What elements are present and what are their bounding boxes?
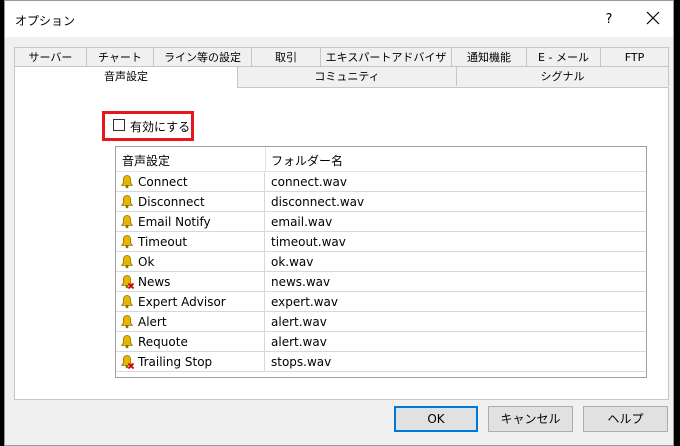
ok-button[interactable]: OK bbox=[394, 406, 478, 432]
bell-icon bbox=[119, 294, 135, 310]
event-cell: Requote bbox=[116, 332, 265, 351]
bell-icon bbox=[119, 314, 135, 330]
sound-row[interactable]: Email Notify email.wav bbox=[116, 212, 646, 232]
tab-server[interactable]: サーバー bbox=[14, 47, 87, 67]
bell-icon bbox=[119, 174, 135, 190]
bell-icon bbox=[119, 334, 135, 350]
cancel-button[interactable]: キャンセル bbox=[488, 406, 573, 432]
column-header-file[interactable]: フォルダー名 bbox=[271, 152, 343, 169]
event-name: Requote bbox=[138, 335, 188, 349]
tab-sounds[interactable]: 音声設定 bbox=[14, 66, 238, 88]
close-icon bbox=[646, 11, 660, 25]
sound-list: 音声設定 フォルダー名 Connect connect.wav Disconnect… bbox=[115, 146, 647, 378]
enable-label[interactable]: 有効にする bbox=[130, 118, 190, 135]
tab-chart[interactable]: チャート bbox=[86, 47, 154, 67]
enable-checkbox[interactable] bbox=[113, 119, 125, 131]
event-cell: Expert Advisor bbox=[116, 292, 265, 311]
sound-row[interactable]: Trailing Stop stops.wav bbox=[116, 352, 646, 372]
tab-trade[interactable]: 取引 bbox=[251, 47, 321, 67]
options-dialog: オプション ? サーバー チャート ライン等の設定 取引 エキスパートアドバイザ… bbox=[4, 0, 674, 446]
file-name: stops.wav bbox=[271, 355, 332, 369]
window-title: オプション bbox=[15, 14, 76, 28]
event-cell: Ok bbox=[116, 252, 265, 271]
tab-email[interactable]: E - メール bbox=[526, 47, 601, 67]
tab-ftp[interactable]: FTP bbox=[600, 47, 669, 67]
sound-row[interactable]: Ok ok.wav bbox=[116, 252, 646, 272]
file-name: timeout.wav bbox=[271, 235, 346, 249]
file-name: alert.wav bbox=[271, 315, 327, 329]
event-cell: Trailing Stop bbox=[116, 352, 265, 371]
event-name: Connect bbox=[138, 175, 188, 189]
title-bar: オプション ? bbox=[5, 1, 673, 37]
bell-disabled-icon bbox=[119, 274, 135, 290]
bell-icon bbox=[119, 214, 135, 230]
tab-objects[interactable]: ライン等の設定 bbox=[153, 47, 252, 67]
bell-disabled-icon bbox=[119, 354, 135, 370]
event-cell: Timeout bbox=[116, 232, 265, 251]
event-name: Timeout bbox=[138, 235, 188, 249]
sound-row[interactable]: Expert Advisor expert.wav bbox=[116, 292, 646, 312]
event-name: Expert Advisor bbox=[138, 295, 226, 309]
list-header: 音声設定 フォルダー名 bbox=[116, 147, 646, 172]
bell-icon bbox=[119, 254, 135, 270]
help-icon[interactable]: ? bbox=[601, 12, 617, 27]
close-button[interactable] bbox=[641, 8, 665, 30]
bell-icon bbox=[119, 194, 135, 210]
bell-icon bbox=[119, 234, 135, 250]
sound-row[interactable]: Timeout timeout.wav bbox=[116, 232, 646, 252]
file-name: alert.wav bbox=[271, 335, 327, 349]
tab-notifications[interactable]: 通知機能 bbox=[451, 47, 527, 67]
sound-row[interactable]: Requote alert.wav bbox=[116, 332, 646, 352]
event-cell: News bbox=[116, 272, 265, 291]
column-header-event[interactable]: 音声設定 bbox=[122, 152, 170, 169]
file-name: news.wav bbox=[271, 275, 331, 289]
event-name: Ok bbox=[138, 255, 155, 269]
file-name: ok.wav bbox=[271, 255, 314, 269]
event-cell: Alert bbox=[116, 312, 265, 331]
event-name: News bbox=[138, 275, 171, 289]
event-name: Alert bbox=[138, 315, 167, 329]
sound-row[interactable]: News news.wav bbox=[116, 272, 646, 292]
column-divider[interactable] bbox=[265, 147, 266, 171]
event-cell: Disconnect bbox=[116, 192, 265, 211]
tab-community[interactable]: コミュニティ bbox=[237, 66, 457, 86]
event-name: Email Notify bbox=[138, 215, 211, 229]
file-name: email.wav bbox=[271, 215, 333, 229]
sound-row[interactable]: Disconnect disconnect.wav bbox=[116, 192, 646, 212]
help-button[interactable]: ヘルプ bbox=[583, 406, 668, 432]
event-cell: Connect bbox=[116, 172, 265, 191]
file-name: expert.wav bbox=[271, 295, 338, 309]
event-name: Disconnect bbox=[138, 195, 205, 209]
file-name: connect.wav bbox=[271, 175, 347, 189]
sound-row[interactable]: Connect connect.wav bbox=[116, 172, 646, 192]
event-cell: Email Notify bbox=[116, 212, 265, 231]
sound-row[interactable]: Alert alert.wav bbox=[116, 312, 646, 332]
tab-signals[interactable]: シグナル bbox=[456, 66, 669, 86]
event-name: Trailing Stop bbox=[138, 355, 213, 369]
tab-expert-advisors[interactable]: エキスパートアドバイザ bbox=[320, 47, 452, 67]
file-name: disconnect.wav bbox=[271, 195, 365, 209]
